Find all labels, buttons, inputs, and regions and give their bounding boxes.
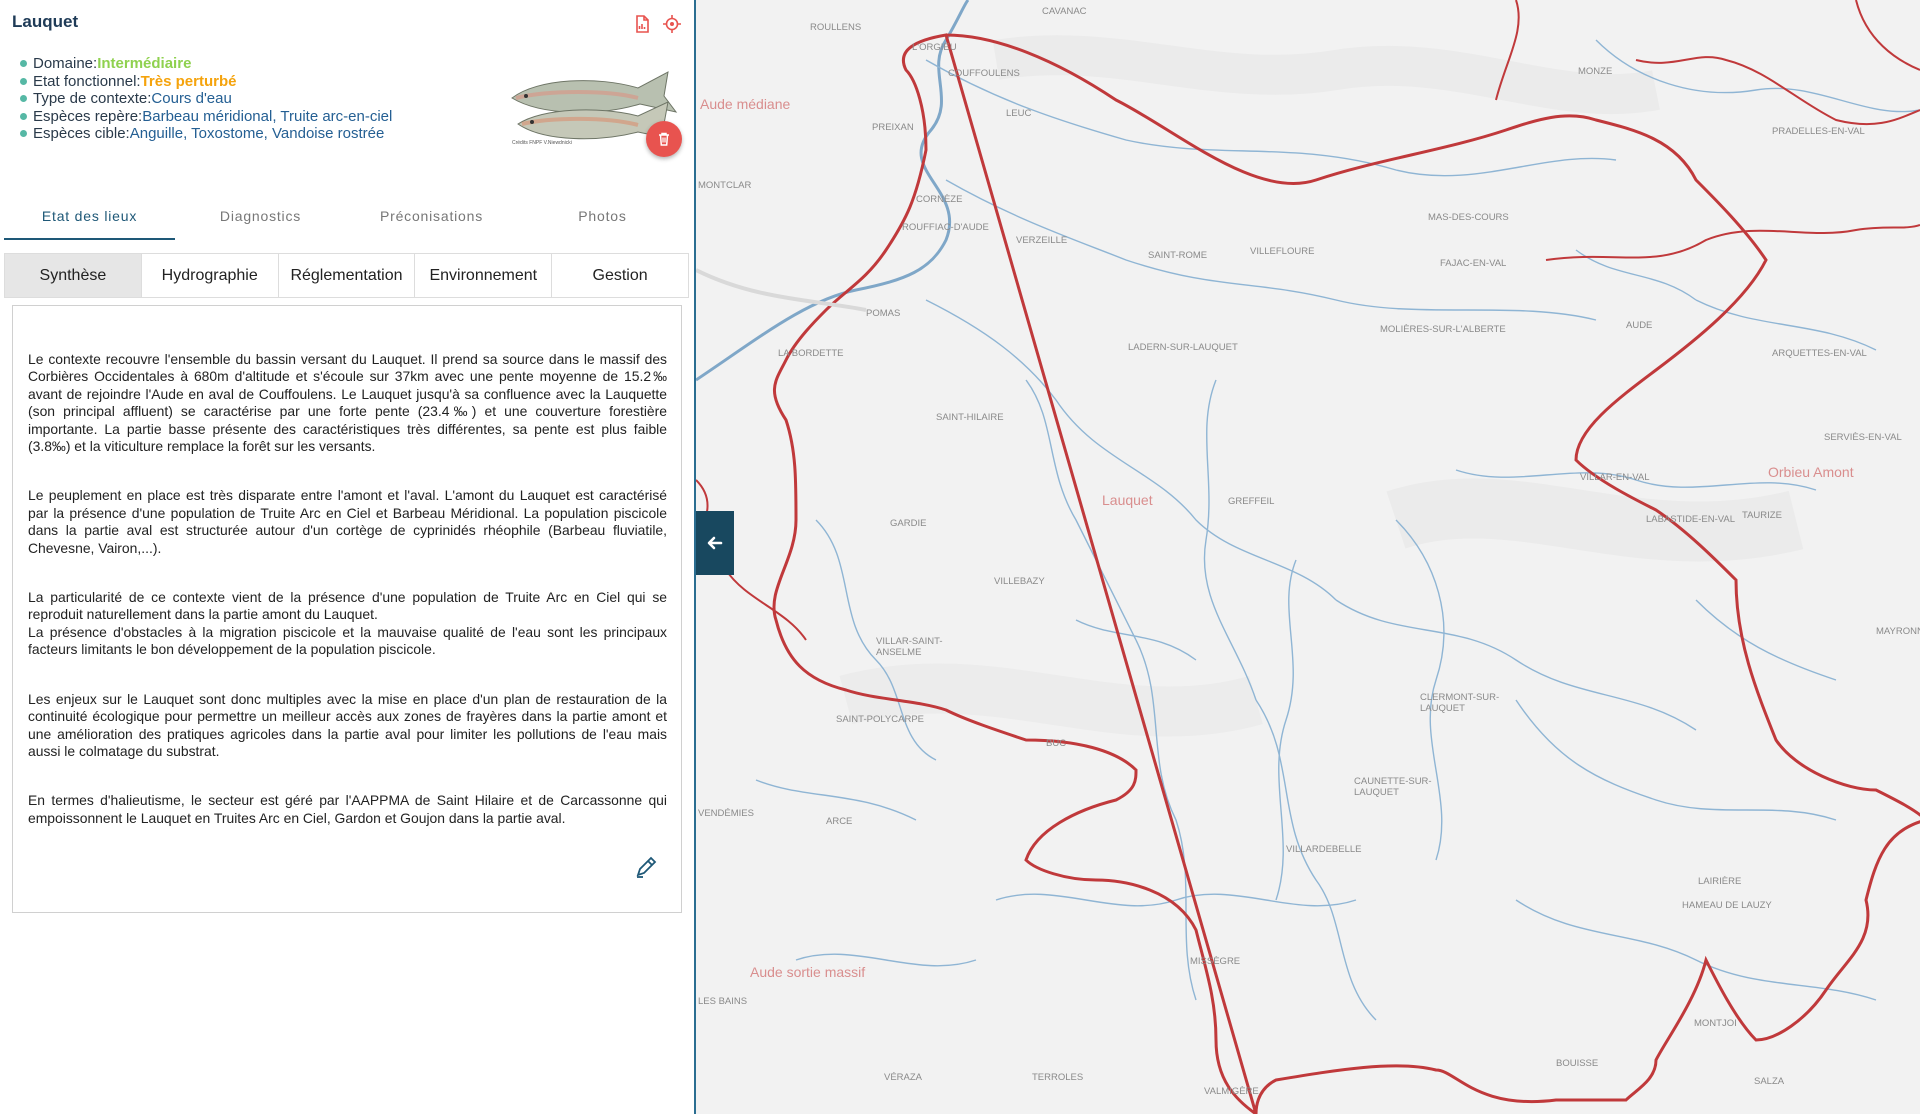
place-label: ARCE [826, 816, 853, 827]
place-label: SAINT-POLYCARPE [836, 714, 924, 725]
place-label: VILLAR-SAINT-ANSELME [876, 636, 943, 658]
subtab-environnement[interactable]: Environnement [415, 254, 553, 297]
collapse-panel-button[interactable] [696, 511, 734, 575]
place-label: VILLAR-EN-VAL [1580, 472, 1650, 483]
region-label: Aude médiane [700, 96, 791, 112]
place-label: CAVANAC [1042, 6, 1087, 17]
place-label: AUDE [1626, 320, 1653, 331]
type-value: Cours d'eau [151, 90, 232, 107]
place-label: PRADELLES-EN-VAL [1772, 126, 1865, 137]
region-label: Aude sortie massif [750, 964, 866, 980]
edit-icon[interactable] [631, 852, 661, 882]
paragraph: La particularité de ce contexte vient de… [28, 589, 667, 658]
place-label: LES BAINS [698, 996, 748, 1007]
image-credit: Crédits FNPF V.Niewdnicki [512, 140, 572, 146]
place-label: ROULLENS [810, 22, 862, 33]
info-type: Type de contexte: Cours d'eau [20, 90, 392, 108]
place-label: ARQUETTES-EN-VAL [1772, 348, 1867, 359]
place-label: MONZE [1578, 66, 1613, 77]
trash-icon [659, 132, 669, 146]
place-label: COUFFOULENS [948, 68, 1020, 79]
info-cibles: Espèces cible: Anguille, Toxostome, Vand… [20, 125, 392, 143]
place-label: LABASTIDE-EN-VAL [1646, 514, 1736, 525]
place-label: TERROLES [1032, 1072, 1084, 1083]
context-info: Domaine: Intermédiaire Etat fonctionnel:… [20, 55, 392, 143]
paragraph: Le contexte recouvre l'ensemble du bassi… [28, 351, 667, 455]
region-label: Lauquet [1102, 492, 1153, 508]
place-label: VILLARDEBELLE [1286, 844, 1362, 855]
panel-title: Lauquet [12, 12, 79, 31]
place-label: LA BORDETTE [778, 348, 844, 359]
place-label: PREIXAN [872, 122, 914, 133]
place-label: FAJAC-EN-VAL [1440, 258, 1507, 269]
tab-preconisations[interactable]: Préconisations [346, 204, 517, 240]
cibles-value: Anguille, Toxostome, Vandoise rostrée [129, 125, 385, 142]
place-label: VILLEFLOURE [1250, 246, 1315, 257]
arrow-left-icon [707, 536, 723, 550]
tab-photos[interactable]: Photos [517, 204, 688, 240]
place-label: CAUNETTE-SUR-LAUQUET [1354, 776, 1432, 798]
place-label: VENDÉMIES [698, 808, 754, 819]
place-label: BOUISSE [1556, 1058, 1599, 1069]
place-label: VERZEILLE [1016, 235, 1068, 246]
info-reperes: Espèces repère: Barbeau méridional, Trui… [20, 108, 392, 126]
place-label: SAINT-HILAIRE [936, 412, 1004, 423]
place-label: GARDIE [890, 518, 927, 529]
place-label: VILLEBAZY [994, 576, 1045, 587]
map-canvas [696, 0, 1920, 1114]
etat-value: Très perturbé [140, 72, 237, 90]
delete-button[interactable] [646, 121, 682, 157]
place-label: POMAS [866, 308, 901, 319]
subtab-gestion[interactable]: Gestion [552, 254, 688, 297]
place-label: TAURIZE [1742, 510, 1782, 521]
place-label: MISSÈGRE [1190, 956, 1241, 967]
paragraph: Le peuplement en place est très disparat… [28, 487, 667, 556]
place-label: ROUFFIAC-D'AUDE [902, 222, 989, 233]
place-label: LEUC [1006, 108, 1032, 119]
paragraph: Les enjeux sur le Lauquet sont donc mult… [28, 690, 667, 759]
map-view[interactable]: Aude médiane Lauquet Orbieu Amont Aude s… [696, 0, 1920, 1114]
synthese-content: Le contexte recouvre l'ensemble du bassi… [12, 305, 682, 913]
place-label: SAINT-ROME [1148, 250, 1208, 261]
place-label: CLERMONT-SUR-LAUQUET [1420, 692, 1500, 714]
place-label: MOLIÈRES-SUR-L'ALBERTE [1380, 324, 1506, 335]
pdf-icon[interactable] [632, 14, 652, 34]
subtab-synthese[interactable]: Synthèse [5, 254, 142, 297]
locate-icon[interactable] [662, 14, 682, 34]
place-label: MONTCLAR [698, 180, 752, 191]
place-label: VÉRAZA [884, 1072, 923, 1083]
place-label: MAS-DES-COURS [1428, 212, 1509, 223]
place-label: SERVIÈS-EN-VAL [1824, 432, 1902, 443]
place-label: CORNÈZE [916, 194, 963, 205]
reperes-value: Barbeau méridional, Truite arc-en-ciel [142, 107, 393, 125]
sub-tabs: Synthèse Hydrographie Réglementation Env… [4, 253, 689, 298]
place-label: HAMEAU DE LAUZY [1682, 900, 1772, 911]
place-label: L'ORGIEU [912, 42, 957, 53]
domaine-value: Intermédiaire [97, 55, 192, 72]
tab-etat-des-lieux[interactable]: Etat des lieux [4, 204, 175, 240]
place-label: LADERN-SUR-LAUQUET [1128, 342, 1238, 353]
place-label: MONTJOI [1694, 1018, 1737, 1029]
subtab-hydrographie[interactable]: Hydrographie [142, 254, 279, 297]
info-etat: Etat fonctionnel: Très perturbé [20, 73, 392, 91]
place-label: BUC [1046, 738, 1067, 749]
place-label: SALZA [1754, 1076, 1785, 1087]
info-domaine: Domaine: Intermédiaire [20, 55, 392, 73]
place-label: LAIRIÈRE [1698, 876, 1742, 887]
place-label: VALMIGÈRE [1204, 1086, 1259, 1097]
region-label: Orbieu Amont [1768, 464, 1854, 480]
context-panel: Lauquet Domaine: Intermédiaire Etat fonc… [0, 0, 696, 1114]
subtab-reglementation[interactable]: Réglementation [279, 254, 416, 297]
place-label: GREFFEIL [1228, 496, 1275, 507]
paragraph: En termes d'halieutisme, le secteur est … [28, 792, 667, 826]
main-tabs: Etat des lieux Diagnostics Préconisation… [4, 204, 688, 240]
tab-diagnostics[interactable]: Diagnostics [175, 204, 346, 240]
place-label: MAYRONNES [1876, 626, 1920, 637]
